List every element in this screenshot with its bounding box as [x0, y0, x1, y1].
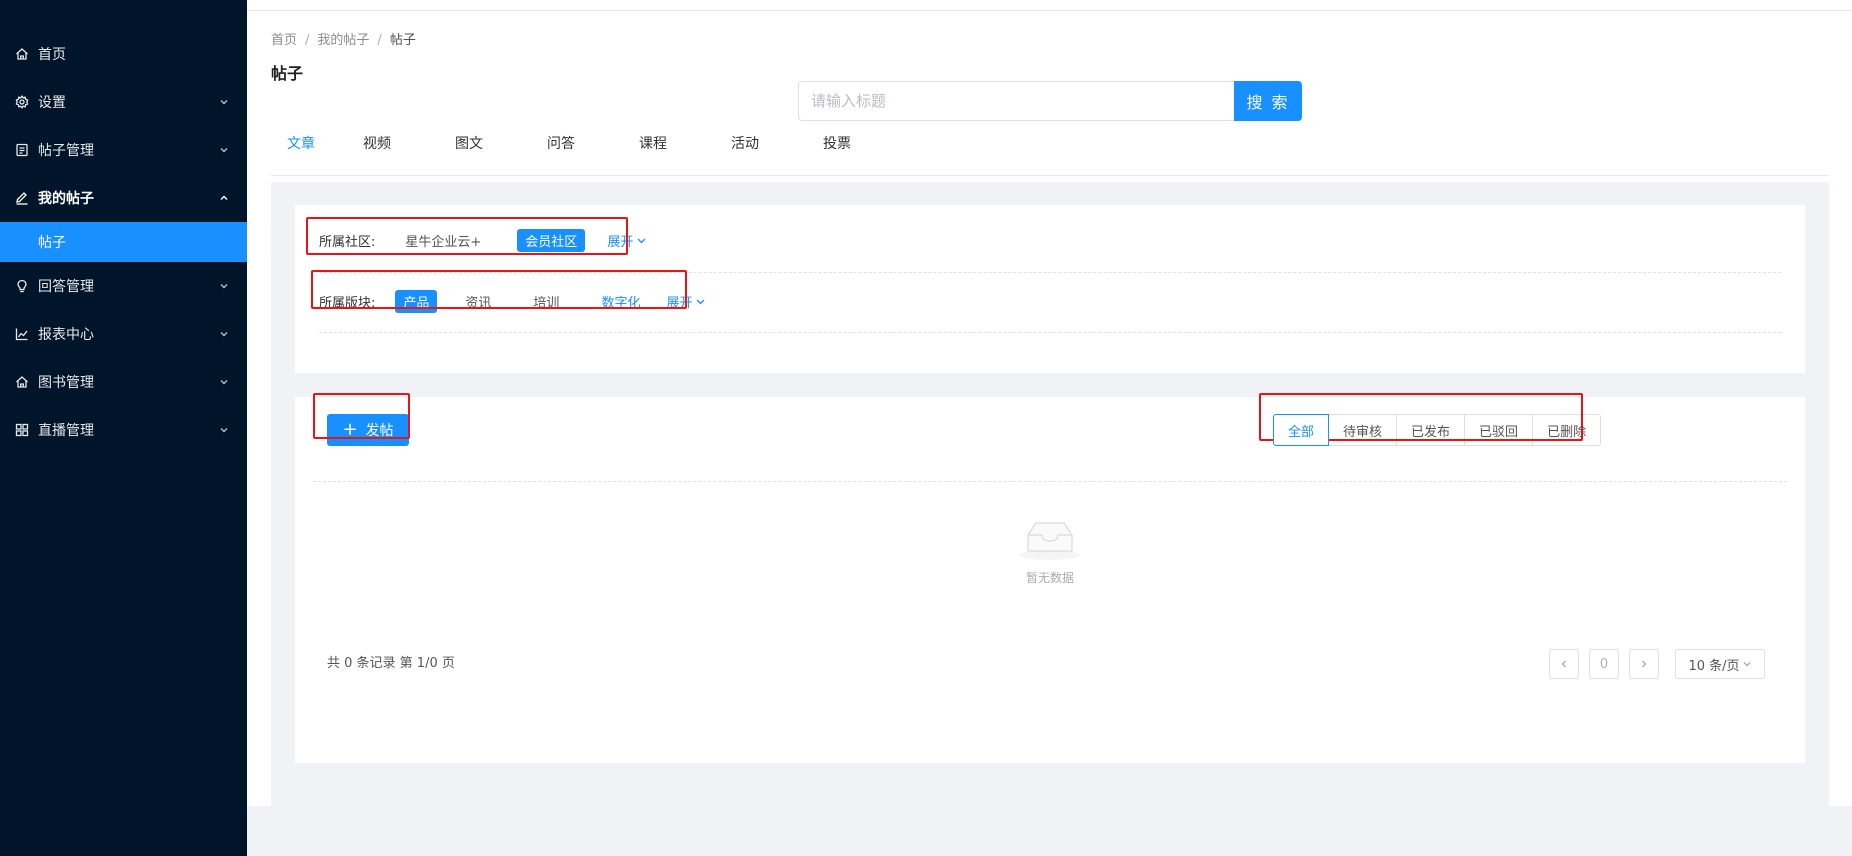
tab-image-text[interactable]: 图文: [423, 129, 515, 175]
expand-label: 展开: [607, 235, 634, 250]
empty-state: 暂无数据: [295, 517, 1805, 586]
chevron-down-icon: [220, 148, 228, 153]
search-input[interactable]: [798, 81, 1234, 121]
grid-icon: [15, 423, 29, 437]
new-post-button[interactable]: + 发帖: [327, 414, 409, 446]
breadcrumb-separator: /: [305, 33, 310, 48]
gear-icon: [15, 95, 29, 109]
divider: [319, 272, 1781, 273]
section-option[interactable]: 数字化: [593, 290, 648, 313]
sidebar-subitem-label: 帖子: [38, 235, 66, 251]
lightbulb-icon: [15, 279, 29, 293]
breadcrumb-current: 帖子: [389, 33, 416, 48]
section-option-selected[interactable]: 产品: [395, 290, 438, 313]
divider: [319, 332, 1781, 333]
page-size-select[interactable]: 10 条/页: [1675, 649, 1765, 679]
sidebar-item-report-center[interactable]: 报表中心: [0, 310, 247, 358]
community-filter: 所属社区: 星牛企业云+ 会员社区 展开: [319, 229, 647, 252]
community-option[interactable]: 星牛企业云+: [397, 229, 489, 252]
section-expand-button[interactable]: 展开: [666, 292, 706, 311]
new-post-label: 发帖: [365, 423, 394, 439]
chevron-right-icon: [1642, 660, 1647, 668]
status-filter-deleted[interactable]: 已删除: [1532, 414, 1602, 446]
chevron-down-icon: [220, 428, 228, 433]
search-bar: 搜 索: [798, 81, 1302, 121]
chevron-down-icon: [220, 284, 228, 289]
tab-videos[interactable]: 视频: [331, 129, 423, 175]
sidebar-item-label: 回答管理: [38, 279, 94, 295]
tab-qa[interactable]: 问答: [515, 129, 607, 175]
empty-text: 暂无数据: [1025, 571, 1074, 585]
chevron-left-icon: [1561, 660, 1566, 668]
tab-articles[interactable]: 文章: [271, 129, 331, 192]
pagination: 0 10 条/页: [1539, 649, 1765, 679]
content-type-tabs: 文章 视频 图文 问答 课程 活动 投票: [271, 129, 1829, 192]
status-filter-all[interactable]: 全部: [1273, 414, 1330, 446]
status-filter-rejected[interactable]: 已驳回: [1464, 414, 1534, 446]
sidebar-item-label: 首页: [38, 47, 66, 63]
chevron-down-icon: [220, 100, 228, 105]
content-area: 所属社区: 星牛企业云+ 会员社区 展开 所属版块: 产品 资讯 培训 数字化 …: [271, 182, 1829, 806]
plus-icon: +: [342, 419, 358, 440]
status-filter-group: 全部 待审核 已发布 已驳回 已删除: [1273, 414, 1602, 446]
chevron-down-icon: [220, 380, 228, 385]
sidebar-item-book-management[interactable]: 图书管理: [0, 358, 247, 406]
expand-label: 展开: [666, 296, 693, 311]
divider: [313, 481, 1787, 482]
chart-icon: [15, 327, 29, 341]
filter-card: 所属社区: 星牛企业云+ 会员社区 展开 所属版块: 产品 资讯 培训 数字化 …: [295, 205, 1805, 373]
post-list-card: + 发帖 全部 待审核 已发布 已驳回 已删除 暂无数据 共 0 条记录 第 1…: [295, 393, 1805, 763]
document-icon: [15, 143, 29, 157]
search-button[interactable]: 搜 索: [1234, 81, 1302, 121]
record-summary: 共 0 条记录 第 1/0 页: [327, 656, 455, 671]
edit-icon: [15, 191, 29, 205]
sidebar-item-post-management[interactable]: 帖子管理: [0, 126, 247, 174]
sidebar-item-home[interactable]: 首页: [0, 30, 247, 78]
sidebar-subitem-posts[interactable]: 帖子: [0, 222, 247, 262]
sidebar: 首页 设置 帖子管理 我的帖子 帖子 回答管理 报表中心 图书管理 直播管理: [0, 0, 247, 856]
top-bar: [247, 0, 1852, 11]
sidebar-item-label: 直播管理: [38, 423, 94, 439]
sidebar-item-live-management[interactable]: 直播管理: [0, 406, 247, 454]
chevron-up-icon: [220, 195, 228, 200]
breadcrumb-my-posts[interactable]: 我的帖子: [317, 33, 369, 48]
sidebar-item-settings[interactable]: 设置: [0, 78, 247, 126]
section-option[interactable]: 资讯: [457, 290, 499, 313]
chevron-down-icon: [1743, 662, 1750, 667]
next-page-button[interactable]: [1629, 649, 1659, 679]
sidebar-menu: 首页 设置 帖子管理 我的帖子 帖子 回答管理 报表中心 图书管理 直播管理: [0, 0, 247, 454]
status-filter-pending[interactable]: 待审核: [1328, 414, 1398, 446]
chevron-down-icon: [697, 299, 705, 305]
chevron-down-icon: [220, 332, 228, 337]
tab-activities[interactable]: 活动: [699, 129, 791, 175]
sidebar-item-label: 图书管理: [38, 375, 94, 391]
sidebar-item-answer-management[interactable]: 回答管理: [0, 262, 247, 310]
home-icon: [15, 47, 29, 61]
tab-votes[interactable]: 投票: [791, 129, 883, 175]
community-filter-label: 所属社区:: [319, 235, 376, 250]
section-option[interactable]: 培训: [525, 290, 567, 313]
page-title: 帖子: [271, 64, 304, 83]
community-option-selected[interactable]: 会员社区: [517, 229, 586, 252]
current-page[interactable]: 0: [1589, 649, 1619, 679]
breadcrumb: 首页 / 我的帖子 / 帖子: [271, 29, 416, 48]
breadcrumb-separator: /: [377, 33, 382, 48]
section-filter-label: 所属版块:: [319, 296, 376, 311]
sidebar-item-label: 帖子管理: [38, 143, 94, 159]
section-filter: 所属版块: 产品 资讯 培训 数字化 展开: [319, 290, 706, 313]
home-icon: [15, 375, 29, 389]
sidebar-item-label: 设置: [38, 95, 66, 111]
empty-inbox-icon: [1020, 522, 1080, 560]
page-size-label: 10 条/页: [1688, 658, 1740, 674]
community-expand-button[interactable]: 展开: [607, 231, 647, 250]
sidebar-item-label: 报表中心: [38, 327, 94, 343]
breadcrumb-home[interactable]: 首页: [271, 33, 297, 48]
status-filter-published[interactable]: 已发布: [1396, 414, 1466, 446]
sidebar-item-my-posts[interactable]: 我的帖子: [0, 174, 247, 222]
chevron-down-icon: [637, 238, 646, 244]
sidebar-item-label: 我的帖子: [38, 191, 94, 207]
tab-courses[interactable]: 课程: [607, 129, 699, 175]
main-panel: 首页 / 我的帖子 / 帖子 帖子 搜 索 文章 视频 图文 问答 课程 活动 投票 所…: [247, 11, 1852, 806]
prev-page-button[interactable]: [1549, 649, 1579, 679]
